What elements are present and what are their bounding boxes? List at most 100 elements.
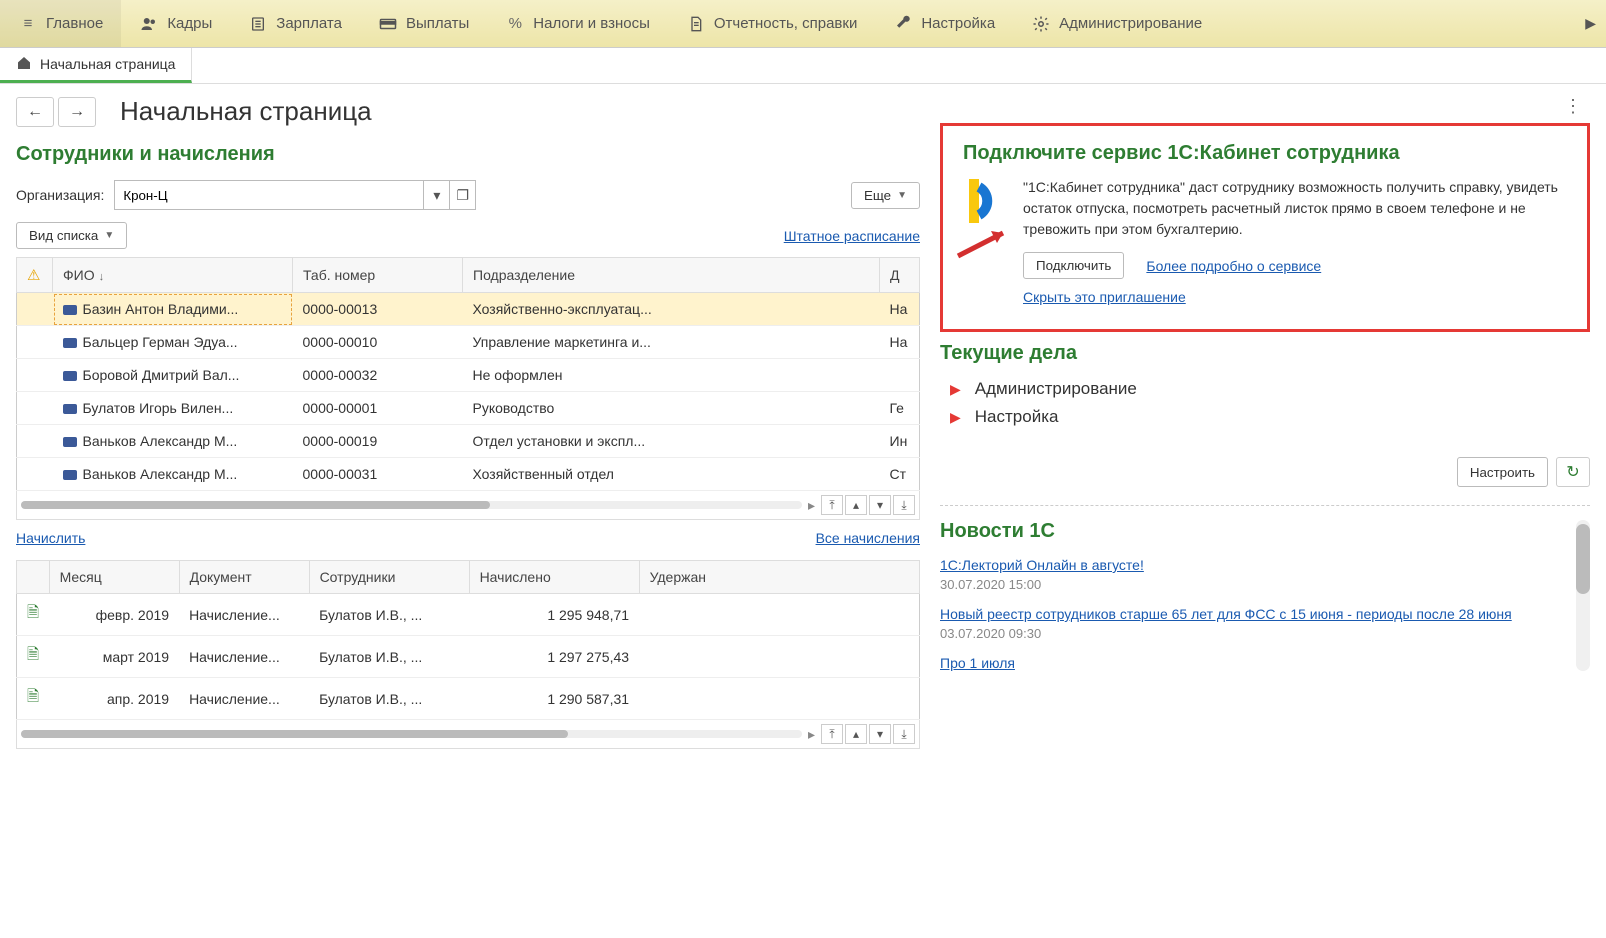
table-row[interactable]: Бальцер Герман Эдуа...0000-00010Управлен… [17, 326, 920, 359]
toolbar-item-admin[interactable]: Администрирование [1013, 0, 1220, 47]
col-month[interactable]: Месяц [49, 561, 179, 594]
col-tab[interactable]: Таб. номер [293, 258, 463, 293]
doc-icon [686, 14, 706, 34]
toolbar-label: Администрирование [1059, 15, 1202, 32]
toolbar-item-otchet[interactable]: Отчетность, справки [668, 0, 875, 47]
todos-section: Текущие дела ▶Администрирование ▶Настрой… [940, 342, 1590, 487]
scroll-down-button[interactable]: ▾ [869, 495, 891, 515]
content-area: ← → Начальная страница Сотрудники и начи… [0, 84, 1606, 761]
col-amount[interactable]: Начислено [469, 561, 639, 594]
news-date: 30.07.2020 15:00 [940, 577, 1566, 592]
toolbar-label: Выплаты [406, 15, 469, 32]
caret-down-icon: ▼ [897, 190, 907, 201]
promo-text: "1С:Кабинет сотрудника" даст сотруднику … [1023, 177, 1567, 240]
org-dropdown-button[interactable]: ▾ [424, 180, 450, 210]
toolbar-item-main[interactable]: ≡Главное [0, 0, 121, 47]
promo-title: Подключите сервис 1С:Кабинет сотрудника [963, 142, 1567, 165]
promo-hide-link[interactable]: Скрыть это приглашение [1023, 289, 1186, 305]
todo-item-settings[interactable]: ▶Настройка [950, 407, 1590, 427]
toolbar-item-nastroyka[interactable]: Настройка [875, 0, 1013, 47]
table-row[interactable]: Ваньков Александр М...0000-00019Отдел ус… [17, 425, 920, 458]
table-row[interactable]: Булатов Игорь Вилен...0000-00001Руководс… [17, 392, 920, 425]
org-select: ▾ ❐ [114, 180, 476, 210]
scroll-top-button[interactable]: ⤒ [821, 495, 843, 515]
employee-badge-icon [63, 470, 77, 480]
table-row[interactable]: 🗎март 2019Начисление...Булатов И.В., ...… [17, 636, 920, 678]
todos-title: Текущие дела [940, 342, 1590, 365]
toolbar-label: Настройка [921, 15, 995, 32]
page-header: ← → Начальная страница [16, 96, 920, 127]
tabs-bar: Начальная страница [0, 48, 1606, 84]
tab-home[interactable]: Начальная страница [0, 48, 192, 83]
promo-more-link[interactable]: Более подробно о сервисе [1146, 258, 1321, 274]
scroll-up-button[interactable]: ▴ [845, 724, 867, 744]
promo-box: Подключите сервис 1С:Кабинет сотрудника … [940, 123, 1590, 332]
accruals-table: Месяц Документ Сотрудники Начислено Удер… [16, 560, 920, 720]
col-doc[interactable]: Документ [179, 561, 309, 594]
news-link[interactable]: 1С:Лекторий Онлайн в августе! [940, 557, 1566, 573]
col-d[interactable]: Д [880, 258, 920, 293]
staff-schedule-link[interactable]: Штатное расписание [784, 228, 920, 244]
todo-item-admin[interactable]: ▶Администрирование [950, 379, 1590, 399]
news-link[interactable]: Про 1 июля [940, 655, 1566, 671]
accrue-link[interactable]: Начислить [16, 530, 85, 546]
refresh-button[interactable]: ↻ [1556, 457, 1590, 487]
scroll-up-button[interactable]: ▴ [845, 495, 867, 515]
scroll-bottom-button[interactable]: ⤓ [893, 724, 915, 744]
toolbar-label: Кадры [167, 15, 212, 32]
nav-back-button[interactable]: ← [16, 97, 54, 127]
kebab-menu-button[interactable]: ⋮ [1556, 96, 1590, 117]
promo-logo-icon [963, 177, 1007, 225]
more-button[interactable]: Еще ▼ [851, 182, 920, 209]
toolbar-item-nalogi[interactable]: %Налоги и взносы [487, 0, 668, 47]
configure-button[interactable]: Настроить [1457, 457, 1548, 487]
h-scrollbar[interactable] [21, 501, 802, 509]
col-warn[interactable]: ⚠ [17, 258, 53, 293]
table-row[interactable]: 🗎февр. 2019Начисление...Булатов И.В., ..… [17, 594, 920, 636]
connect-button[interactable]: Подключить [1023, 252, 1124, 279]
table-row[interactable]: Ваньков Александр М...0000-00031Хозяйств… [17, 458, 920, 491]
col-dept[interactable]: Подразделение [463, 258, 880, 293]
col-emp[interactable]: Сотрудники [309, 561, 469, 594]
scroll-down-button[interactable]: ▾ [869, 724, 891, 744]
toolbar-expand-button[interactable]: ▶ [1575, 15, 1606, 32]
news-date: 03.07.2020 09:30 [940, 626, 1566, 641]
document-ok-icon: 🗎 [27, 604, 39, 621]
news-link[interactable]: Новый реестр сотрудников старше 65 лет д… [940, 606, 1566, 622]
tab-label: Начальная страница [40, 56, 175, 72]
table-row[interactable]: Базин Антон Владими...0000-00013Хозяйств… [17, 293, 920, 326]
org-input[interactable] [114, 180, 424, 210]
employee-badge-icon [63, 437, 77, 447]
h-scrollbar[interactable] [21, 730, 802, 738]
warning-icon: ⚠ [27, 267, 40, 284]
toolbar-item-kadry[interactable]: Кадры [121, 0, 230, 47]
scroll-right-icon[interactable]: ▸ [808, 497, 815, 514]
more-label: Еще [864, 188, 891, 203]
scroll-bottom-button[interactable]: ⤓ [893, 495, 915, 515]
scroll-top-button[interactable]: ⤒ [821, 724, 843, 744]
nav-forward-button[interactable]: → [58, 97, 96, 127]
org-open-button[interactable]: ❐ [450, 180, 476, 210]
section-title-employees: Сотрудники и начисления [16, 143, 920, 166]
col-held[interactable]: Удержан [639, 561, 919, 594]
list-view-button[interactable]: Вид списка▼ [16, 222, 127, 249]
col-icon[interactable] [17, 561, 50, 594]
menu-icon: ≡ [18, 14, 38, 34]
toolbar-item-vyplaty[interactable]: Выплаты [360, 0, 487, 47]
page-title: Начальная страница [120, 96, 372, 127]
scroll-thumb[interactable] [21, 730, 568, 738]
toolbar-item-zarplata[interactable]: Зарплата [230, 0, 360, 47]
all-accruals-link[interactable]: Все начисления [816, 530, 920, 546]
table-row[interactable]: 🗎апр. 2019Начисление...Булатов И.В., ...… [17, 678, 920, 720]
v-scrollbar[interactable] [1576, 520, 1590, 671]
scroll-thumb[interactable] [1576, 524, 1590, 594]
toolbar-label: Зарплата [276, 15, 342, 32]
calc-icon [248, 14, 268, 34]
toolbar-label: Налоги и взносы [533, 15, 650, 32]
table-row[interactable]: Боровой Дмитрий Вал...0000-00032Не оформ… [17, 359, 920, 392]
col-fio[interactable]: ФИО↓ [53, 258, 293, 293]
right-panel: ⋮ Подключите сервис 1С:Кабинет сотрудник… [940, 96, 1590, 749]
employee-badge-icon [63, 338, 77, 348]
scroll-right-icon[interactable]: ▸ [808, 726, 815, 743]
scroll-thumb[interactable] [21, 501, 490, 509]
